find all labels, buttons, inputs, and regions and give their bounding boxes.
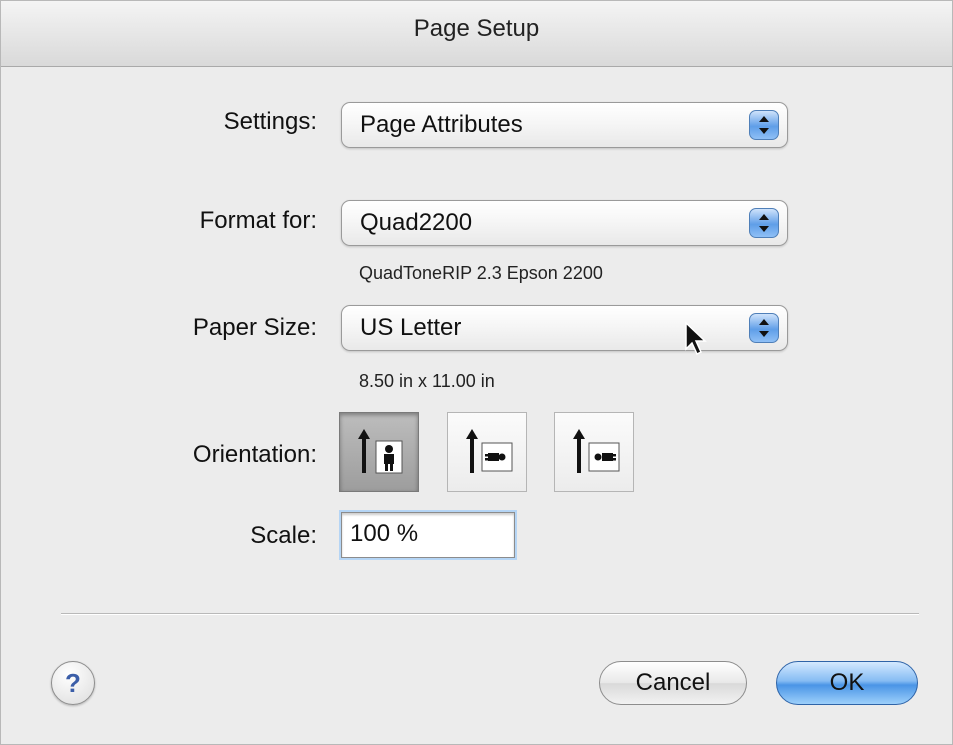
orientation-label: Orientation: — [192, 441, 317, 468]
help-button[interactable]: ? — [51, 661, 95, 705]
popup-arrows-icon — [749, 208, 779, 238]
orientation-landscape-left-button[interactable] — [447, 412, 527, 492]
popup-arrows-icon — [749, 313, 779, 343]
orientation-portrait-button[interactable] — [339, 412, 419, 492]
format-for-popup[interactable]: Quad2200 — [341, 200, 788, 246]
window-title: Page Setup — [413, 15, 540, 42]
cancel-button[interactable]: Cancel — [599, 661, 747, 705]
settings-popup[interactable]: Page Attributes — [341, 102, 788, 148]
divider — [61, 613, 919, 615]
paper-size-popup-value: US Letter — [360, 314, 462, 341]
format-for-popup-value: Quad2200 — [360, 209, 473, 236]
scale-label: Scale: — [250, 522, 317, 549]
paper-size-popup[interactable]: US Letter — [341, 305, 788, 351]
title-bar[interactable]: Page Setup — [1, 1, 952, 67]
paper-size-label: Paper Size: — [192, 314, 317, 341]
printer-description: QuadToneRIP 2.3 Epson 2200 — [359, 263, 603, 283]
settings-popup-value: Page Attributes — [360, 111, 523, 138]
paper-dimensions: 8.50 in x 11.00 in — [359, 371, 495, 391]
popup-arrows-icon — [749, 110, 779, 140]
orientation-landscape-right-button[interactable] — [554, 412, 634, 492]
mouse-pointer-icon — [685, 321, 707, 356]
landscape-left-orientation-icon — [466, 429, 513, 473]
settings-label: Settings: — [223, 108, 317, 135]
page-setup-dialog: Page Setup Settings: Page Attributes For… — [0, 0, 953, 745]
scale-input[interactable]: 100 % — [341, 512, 515, 558]
landscape-right-orientation-icon — [573, 429, 620, 473]
ok-button[interactable]: OK — [776, 661, 918, 705]
format-for-label: Format for: — [199, 207, 317, 234]
portrait-orientation-icon — [358, 429, 403, 474]
